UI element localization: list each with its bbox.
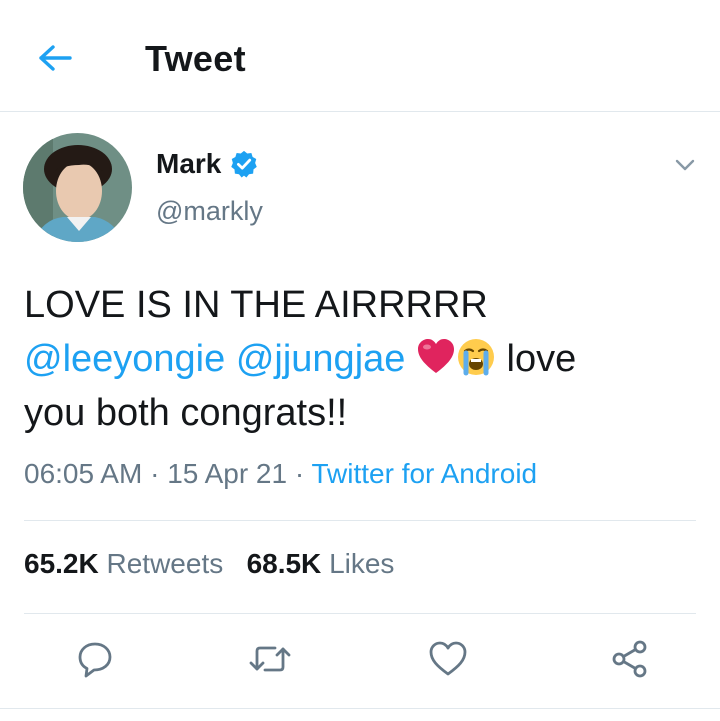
engagement-stats: 65.2K Retweets 68.5K Likes	[24, 548, 394, 580]
page-title: Tweet	[145, 38, 246, 79]
loudly-crying-face-emoji-icon	[457, 339, 494, 376]
mention-link[interactable]: @jjungjae	[236, 338, 406, 380]
arrow-left-icon	[39, 45, 72, 71]
reply-button[interactable]	[70, 634, 120, 684]
share-button[interactable]	[605, 634, 655, 684]
author-handle[interactable]: @markly	[156, 196, 263, 227]
red-heart-emoji-icon	[417, 339, 454, 373]
more-options-button[interactable]	[670, 150, 700, 180]
tweet-text-line: @leeyongie @jjungjae love	[24, 332, 704, 386]
retweets-label: Retweets	[106, 548, 224, 579]
tweet-text-fragment: love	[506, 338, 577, 380]
heart-icon	[429, 641, 467, 676]
divider	[24, 613, 696, 614]
divider	[24, 520, 696, 521]
tweet-time: 06:05 AM	[24, 458, 143, 489]
likes-stat[interactable]: 68.5K Likes	[247, 548, 395, 579]
top-bar: Tweet	[0, 0, 720, 112]
action-bar	[0, 634, 720, 694]
retweets-stat[interactable]: 65.2K Retweets	[24, 548, 223, 579]
back-button[interactable]	[30, 36, 80, 80]
like-button[interactable]	[423, 634, 473, 684]
verified-badge-icon	[231, 150, 258, 178]
author-name[interactable]: Mark	[156, 148, 221, 180]
meta-separator: ·	[142, 458, 168, 489]
tweet-text: LOVE IS IN THE AIRRRRR @leeyongie @jjung…	[24, 278, 704, 440]
retweet-icon	[249, 646, 291, 672]
mention-link[interactable]: @leeyongie	[24, 338, 225, 380]
likes-count: 68.5K	[246, 548, 322, 579]
share-icon	[612, 640, 647, 678]
avatar[interactable]	[23, 133, 132, 242]
reply-icon	[78, 642, 112, 678]
meta-separator: ·	[287, 458, 312, 489]
retweet-button[interactable]	[245, 634, 295, 684]
likes-label: Likes	[329, 548, 395, 579]
tweet-text-line: you both congrats!!	[24, 392, 348, 434]
divider	[0, 708, 720, 709]
tweet-source-link[interactable]: Twitter for Android	[311, 458, 537, 489]
tweet-date: 15 Apr 21	[167, 458, 288, 489]
retweets-count: 65.2K	[24, 548, 99, 579]
chevron-down-icon	[675, 159, 695, 171]
tweet-text-line: LOVE IS IN THE AIRRRRR	[24, 284, 488, 326]
tweet-meta: 06:05 AM · 15 Apr 21 · Twitter for Andro…	[24, 458, 537, 490]
author-row: Mark	[156, 148, 259, 180]
